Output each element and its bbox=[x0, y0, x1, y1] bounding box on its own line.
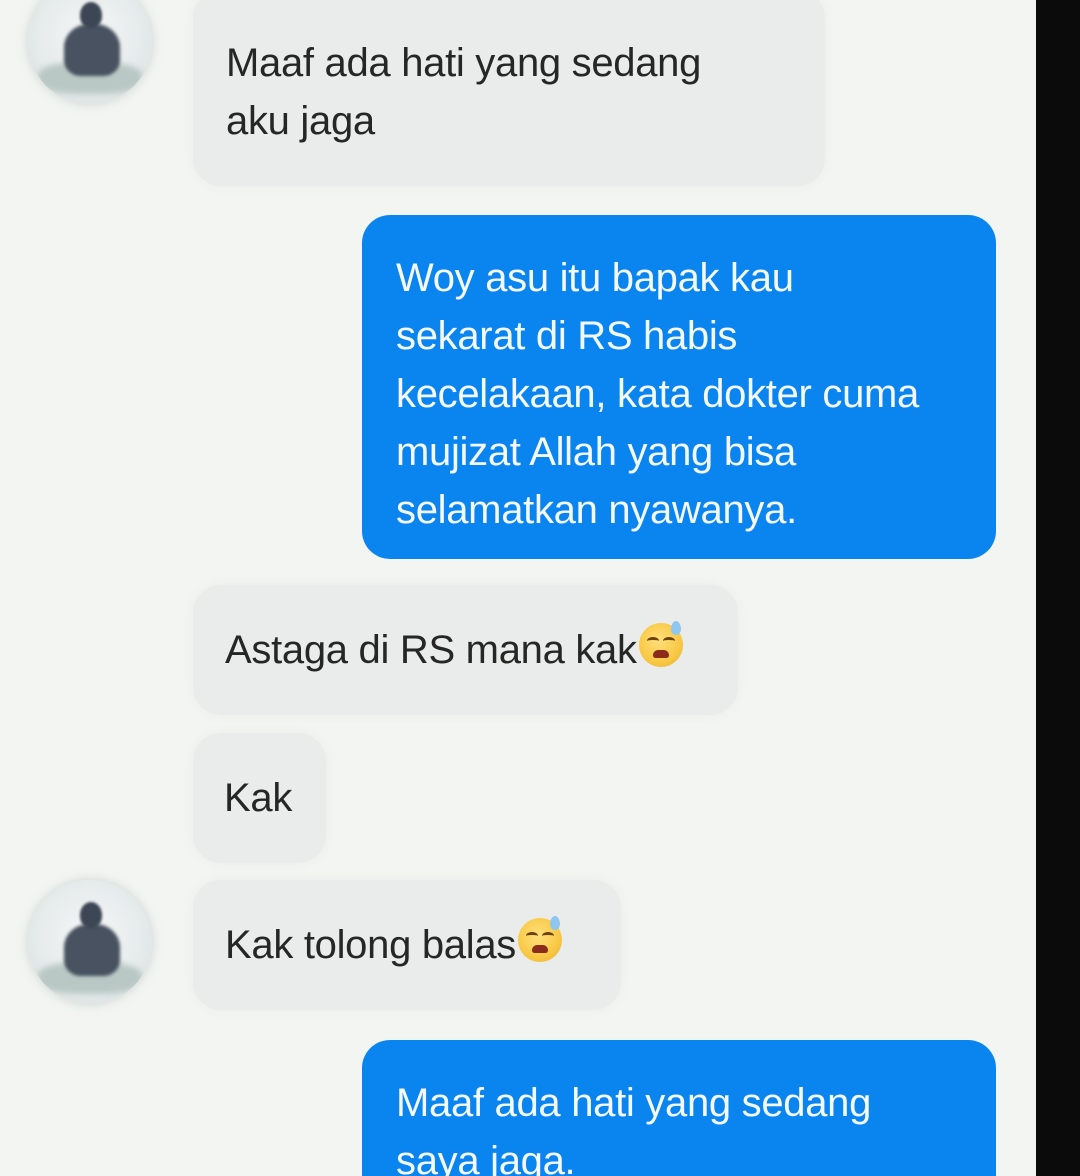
contact-avatar[interactable] bbox=[28, 880, 152, 1004]
message-text: Astaga di RS mana kak bbox=[225, 628, 637, 672]
message-bubble-incoming[interactable]: Maaf ada hati yang sedang aku jaga bbox=[193, 0, 825, 186]
message-text: Maaf ada hati yang sedang aku jaga bbox=[226, 41, 702, 143]
message-text: Woy asu itu bapak kau sekarat di RS habi… bbox=[396, 256, 920, 532]
downcast-sweat-face-icon bbox=[517, 916, 562, 962]
message-bubble-outgoing[interactable]: Maaf ada hati yang sedang saya jaga. bbox=[362, 1040, 996, 1176]
downcast-sweat-face-icon bbox=[638, 621, 683, 667]
message-bubble-incoming[interactable]: Kak bbox=[193, 733, 326, 863]
message-bubble-incoming[interactable]: Astaga di RS mana kak bbox=[193, 585, 738, 715]
chat-conversation: Maaf ada hati yang sedang aku jaga Woy a… bbox=[0, 0, 1036, 1176]
message-bubble-incoming[interactable]: Kak tolong balas bbox=[193, 880, 621, 1010]
message-bubble-outgoing[interactable]: Woy asu itu bapak kau sekarat di RS habi… bbox=[362, 215, 996, 559]
message-text: Maaf ada hati yang sedang saya jaga. bbox=[396, 1081, 872, 1176]
message-text: Kak bbox=[224, 776, 293, 820]
contact-avatar[interactable] bbox=[28, 0, 152, 104]
message-text: Kak tolong balas bbox=[225, 923, 516, 967]
screen-edge bbox=[1036, 0, 1080, 1176]
